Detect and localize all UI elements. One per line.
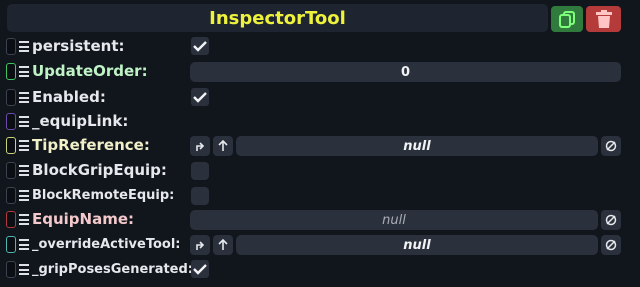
menu-icon[interactable] — [19, 116, 29, 127]
block-grip-equip-checkbox[interactable] — [191, 162, 209, 180]
field-row-tip-reference: TipReference: null — [0, 134, 640, 158]
enabled-checkbox[interactable] — [191, 88, 209, 106]
grip-poses-generated-checkbox[interactable] — [191, 260, 209, 278]
null-icon — [605, 140, 617, 152]
field-label: persistent: — [32, 37, 125, 55]
null-icon — [605, 214, 617, 226]
go-up-button[interactable] — [213, 136, 233, 156]
field-row-enabled: Enabled: — [0, 86, 640, 110]
jump-arrow-icon — [196, 142, 205, 151]
field-row-block-grip-equip: BlockGripEquip: — [0, 159, 640, 183]
field-label: TipReference: — [32, 136, 150, 154]
block-remote-equip-checkbox[interactable] — [191, 187, 209, 205]
checkmark-icon — [193, 41, 207, 52]
delete-button[interactable] — [586, 6, 621, 32]
field-row-override-active-tool: _overrideActiveTool: null — [0, 233, 640, 257]
menu-icon[interactable] — [19, 239, 29, 250]
component-title: InspectorTool — [209, 7, 346, 29]
jump-to-button[interactable] — [190, 235, 210, 255]
field-row-equip-name: EquipName: null — [0, 208, 640, 232]
checkmark-icon — [193, 92, 207, 103]
jump-to-button[interactable] — [190, 136, 210, 156]
component-header: InspectorTool — [7, 4, 548, 32]
menu-icon[interactable] — [19, 41, 29, 52]
field-row-equip-link: _equipLink: — [0, 110, 640, 134]
go-up-button[interactable] — [213, 235, 233, 255]
menu-icon[interactable] — [19, 264, 29, 275]
menu-icon[interactable] — [19, 214, 29, 225]
menu-icon[interactable] — [19, 140, 29, 151]
field-label: EquipName: — [32, 210, 135, 228]
field-row-persistent: persistent: — [0, 35, 640, 59]
null-icon — [605, 239, 617, 251]
duplicate-button[interactable] — [551, 6, 583, 32]
type-tag — [6, 38, 16, 55]
persistent-checkbox[interactable] — [191, 37, 209, 55]
up-arrow-icon — [218, 239, 228, 250]
update-order-input[interactable]: 0 — [190, 62, 621, 82]
type-tag — [6, 236, 16, 253]
type-tag — [6, 211, 16, 228]
type-tag — [6, 187, 16, 204]
jump-arrow-icon — [196, 241, 205, 250]
menu-icon[interactable] — [19, 66, 29, 77]
checkmark-icon — [193, 264, 207, 275]
type-tag — [6, 113, 16, 130]
tip-reference-field[interactable]: null — [236, 136, 598, 156]
field-label: BlockGripEquip: — [32, 161, 167, 179]
clear-reference-button[interactable] — [601, 136, 621, 156]
field-label: Enabled: — [32, 88, 106, 106]
type-tag — [6, 261, 16, 278]
up-arrow-icon — [218, 140, 228, 151]
clear-value-button[interactable] — [601, 210, 621, 230]
duplicate-icon — [559, 11, 575, 28]
type-tag — [6, 137, 16, 154]
clear-reference-button[interactable] — [601, 235, 621, 255]
menu-icon[interactable] — [19, 165, 29, 176]
field-label: _gripPosesGenerated: — [32, 262, 194, 277]
field-label: _equipLink: — [32, 112, 129, 130]
field-row-grip-poses-generated: _gripPosesGenerated: — [0, 258, 640, 282]
field-label: BlockRemoteEquip: — [32, 188, 175, 203]
field-row-block-remote-equip: BlockRemoteEquip: — [0, 184, 640, 208]
menu-icon[interactable] — [19, 190, 29, 201]
field-label: _overrideActiveTool: — [32, 237, 181, 252]
field-label: UpdateOrder: — [32, 62, 148, 80]
type-tag — [6, 63, 16, 80]
type-tag — [6, 89, 16, 106]
trash-icon — [595, 9, 612, 28]
equip-name-input[interactable]: null — [190, 210, 598, 230]
menu-icon[interactable] — [19, 92, 29, 103]
override-active-tool-field[interactable]: null — [236, 235, 598, 255]
type-tag — [6, 162, 16, 179]
field-row-update-order: UpdateOrder: 0 — [0, 60, 640, 84]
